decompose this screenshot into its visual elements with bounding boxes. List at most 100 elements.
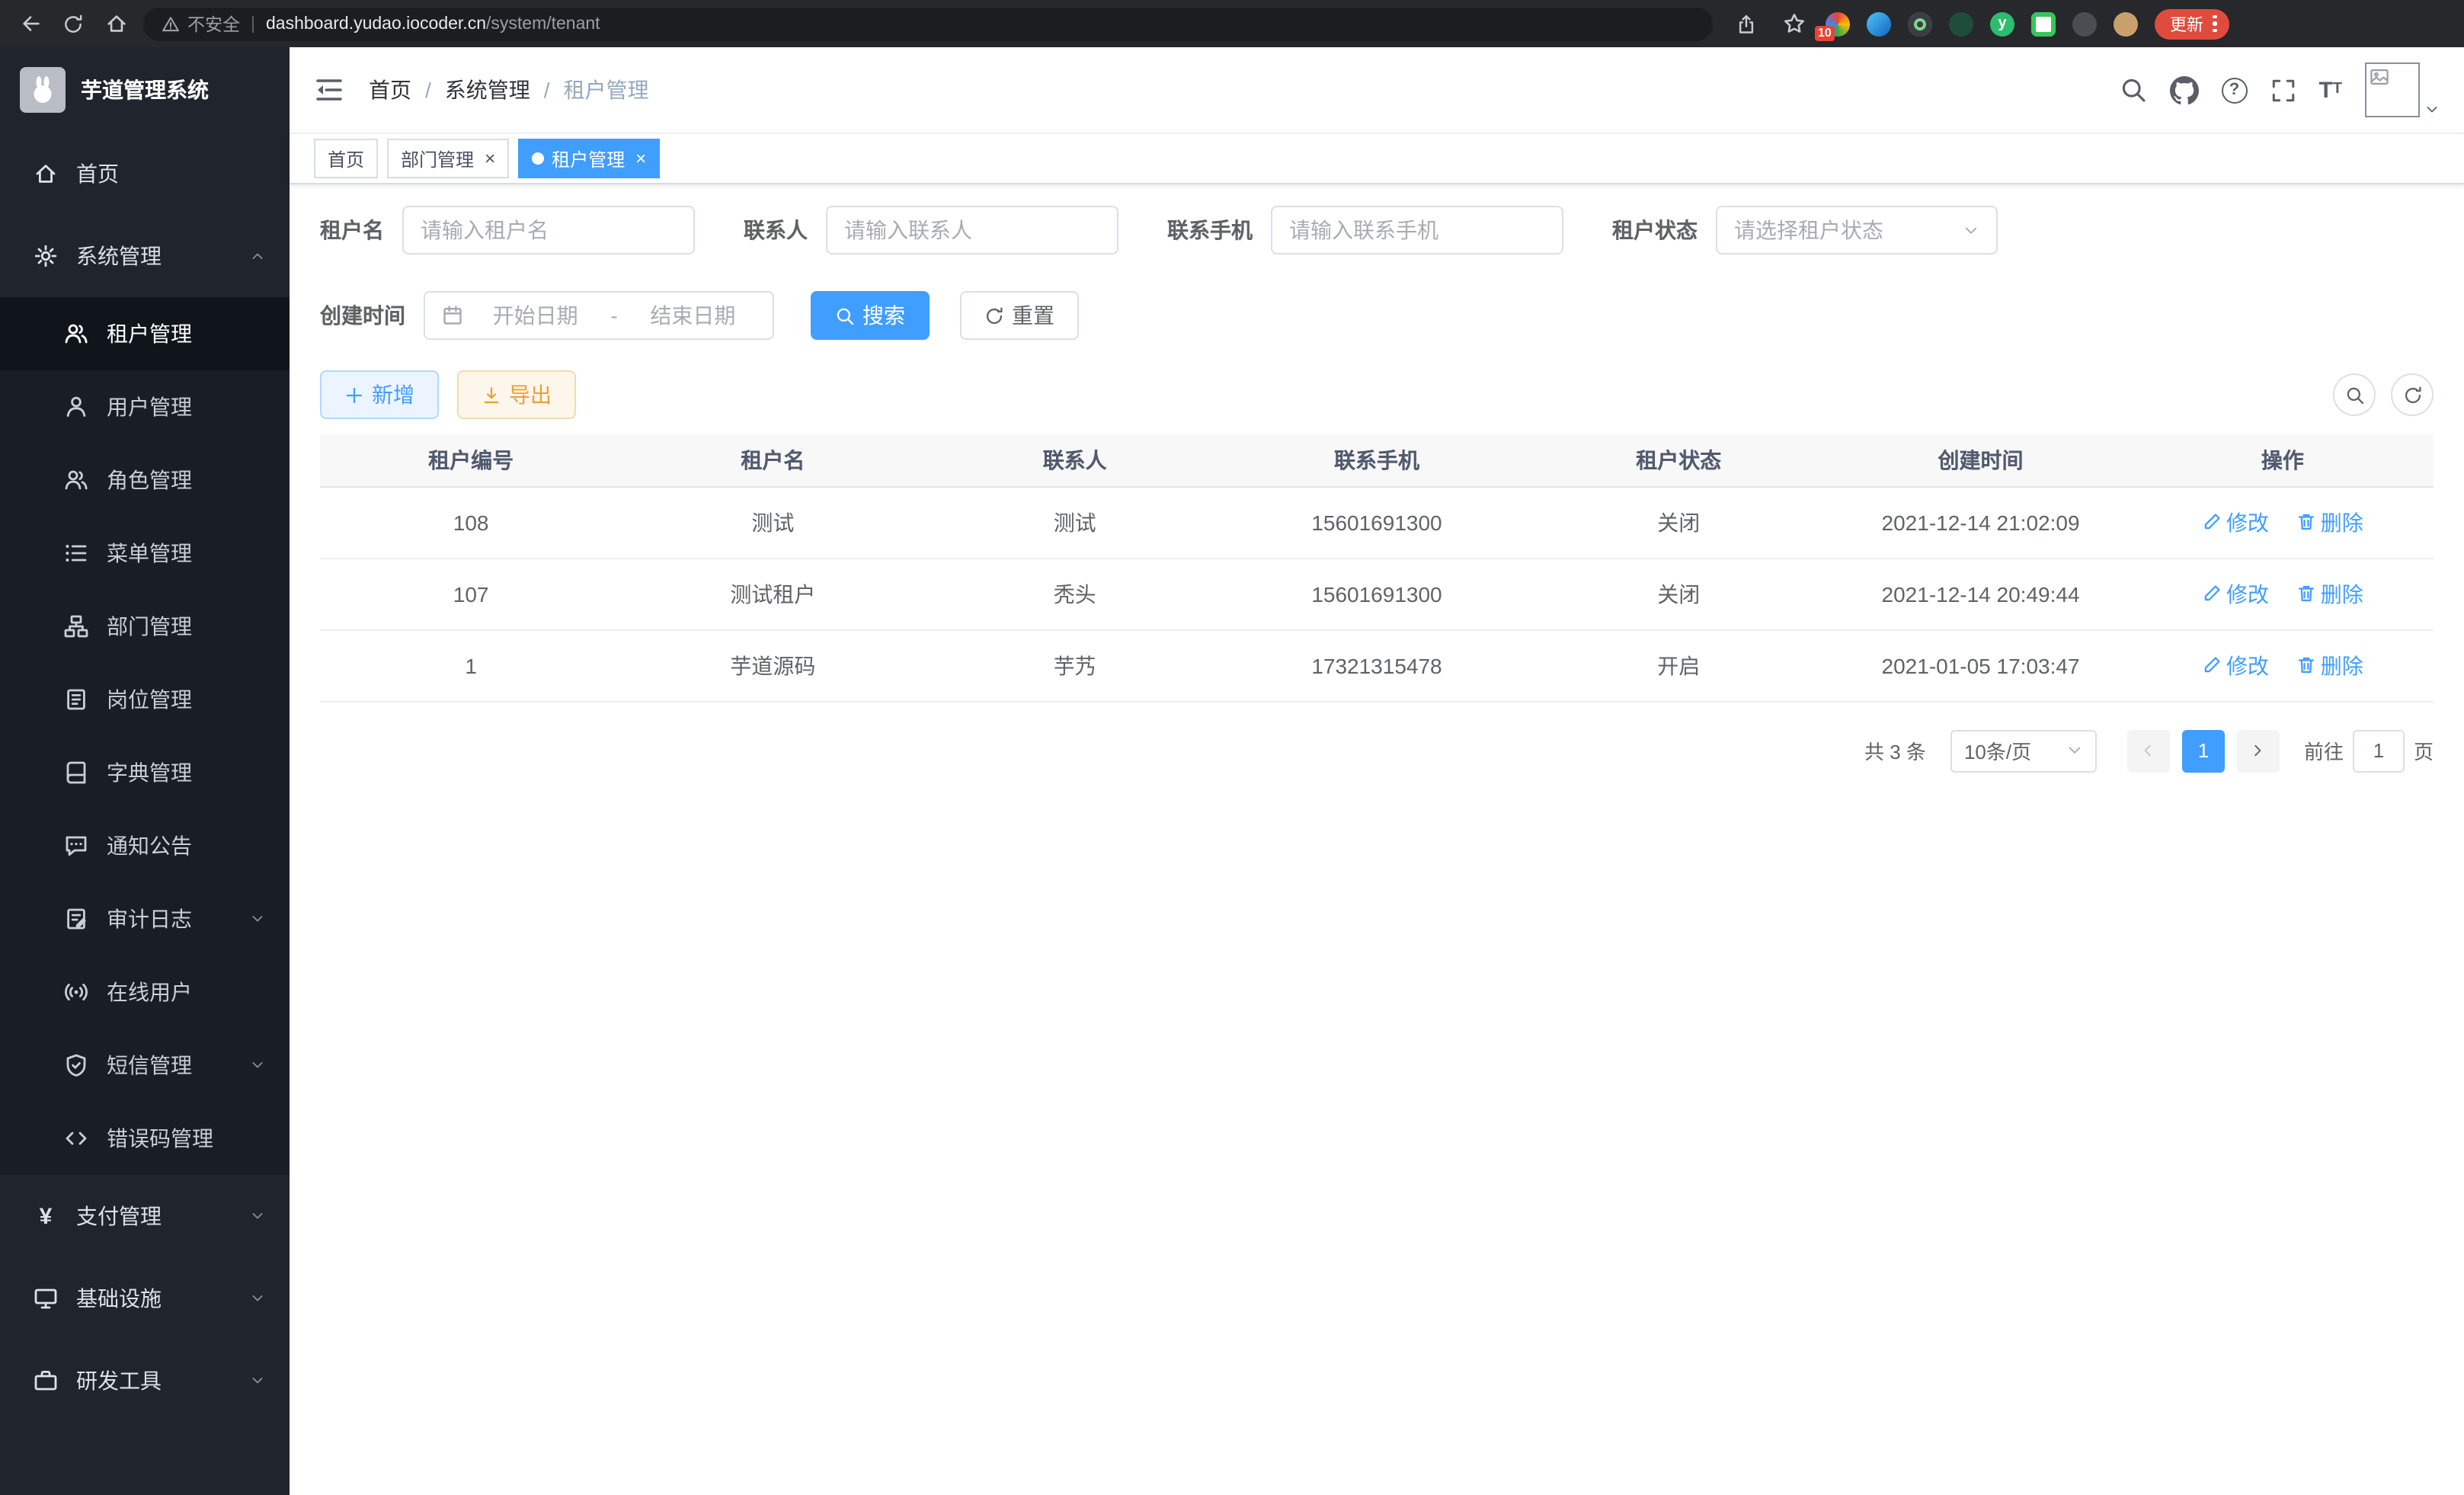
chevron-up-icon: [250, 248, 265, 264]
font-size-icon[interactable]: TT: [2318, 78, 2342, 101]
tab-home[interactable]: 首页: [314, 139, 378, 178]
extension-icon-8[interactable]: [2114, 11, 2138, 36]
reset-button[interactable]: 重置: [960, 291, 1079, 340]
date-range-picker[interactable]: 开始日期 - 结束日期: [424, 291, 774, 340]
mobile-input[interactable]: [1271, 206, 1563, 255]
col-contact: 联系人: [924, 434, 1226, 486]
breadcrumb-home[interactable]: 首页: [369, 75, 411, 105]
search-button[interactable]: 搜索: [811, 291, 930, 340]
export-button[interactable]: 导出: [457, 370, 576, 419]
sidebar-item-dept[interactable]: 部门管理: [0, 590, 290, 663]
sidebar-item-post[interactable]: 岗位管理: [0, 663, 290, 736]
home-icon: [34, 162, 58, 186]
tenant-name-input-field[interactable]: [421, 218, 677, 242]
sidebar-logo[interactable]: 芋道管理系统: [0, 47, 290, 133]
mobile-input-field[interactable]: [1289, 218, 1545, 242]
security-warning-icon[interactable]: 不安全: [162, 11, 240, 36]
sidebar-item-label: 部门管理: [107, 611, 192, 642]
audit-log-icon: [64, 907, 88, 931]
tab-tenant[interactable]: 租户管理 ×: [518, 139, 660, 178]
refresh-icon: [2402, 385, 2422, 405]
chevron-down-icon: [250, 911, 265, 927]
edit-link[interactable]: 修改: [2202, 650, 2269, 680]
cell-tenant-id: 108: [320, 486, 622, 558]
add-button[interactable]: 新增: [320, 370, 439, 419]
sidebar-item-online-user[interactable]: 在线用户: [0, 956, 290, 1029]
sidebar-item-notice[interactable]: 通知公告: [0, 809, 290, 882]
status-select[interactable]: 请选择租户状态: [1716, 206, 1998, 255]
sidebar-item-system[interactable]: 系统管理: [0, 215, 290, 297]
chevron-down-icon: [250, 1373, 265, 1388]
delete-label: 删除: [2321, 507, 2363, 537]
cell-tenant-name: 测试: [622, 486, 923, 558]
sidebar-item-label: 角色管理: [107, 465, 192, 495]
browser-update-button[interactable]: 更新: [2155, 8, 2229, 39]
start-date-placeholder: 开始日期: [472, 300, 598, 331]
sidebar-item-pay[interactable]: ¥ 支付管理: [0, 1175, 290, 1257]
help-icon[interactable]: ?: [2221, 77, 2247, 103]
active-tab-dot: [532, 152, 544, 165]
back-icon[interactable]: [15, 8, 46, 39]
page-size-select[interactable]: 10条/页: [1950, 729, 2097, 772]
extension-icon-6[interactable]: [2031, 11, 2056, 36]
tab-close-icon[interactable]: ×: [632, 149, 646, 168]
prev-page-button[interactable]: [2127, 729, 2170, 772]
breadcrumb-separator: /: [544, 78, 550, 102]
header-search-icon[interactable]: [2119, 76, 2146, 104]
sidebar-item-sms[interactable]: 短信管理: [0, 1029, 290, 1102]
filter-mobile: 联系手机: [1167, 206, 1563, 255]
tenant-name-input[interactable]: [402, 206, 695, 255]
notice-comment-icon: [64, 834, 88, 858]
refresh-table-button[interactable]: [2391, 373, 2434, 416]
extension-icon-3[interactable]: [1908, 11, 1932, 36]
goto-page-input[interactable]: [2353, 729, 2405, 772]
breadcrumb-system[interactable]: 系统管理: [445, 75, 530, 105]
delete-link[interactable]: 删除: [2296, 507, 2363, 537]
pagination-goto: 前往 页: [2304, 729, 2434, 772]
extension-icon-5[interactable]: y: [1990, 11, 2014, 36]
delete-link[interactable]: 删除: [2296, 650, 2363, 680]
cell-status: 开启: [1528, 629, 1829, 701]
bookmark-star-icon[interactable]: [1778, 8, 1809, 39]
sidebar-item-role[interactable]: 角色管理: [0, 443, 290, 517]
cell-status: 关闭: [1528, 486, 1829, 558]
sidebar-item-user[interactable]: 用户管理: [0, 370, 290, 443]
delete-link[interactable]: 删除: [2296, 578, 2363, 609]
tab-close-icon[interactable]: ×: [482, 149, 495, 168]
fullscreen-icon[interactable]: [2270, 77, 2296, 103]
next-page-button[interactable]: [2237, 729, 2280, 772]
sidebar-item-tenant[interactable]: 租户管理: [0, 297, 290, 370]
contact-input-field[interactable]: [844, 218, 1100, 242]
cell-actions: 修改 删除: [2132, 629, 2434, 701]
sidebar-item-error-code[interactable]: 错误码管理: [0, 1102, 290, 1175]
avatar[interactable]: [2365, 62, 2420, 117]
sidebar-item-home[interactable]: 首页: [0, 133, 290, 215]
extension-icon-7[interactable]: [2072, 11, 2097, 36]
sidebar-item-dict[interactable]: 字典管理: [0, 736, 290, 809]
reload-icon[interactable]: [58, 8, 88, 39]
sidebar-item-label: 错误码管理: [107, 1123, 213, 1154]
browser-menu-icon[interactable]: [2213, 15, 2216, 33]
sidebar-item-menu[interactable]: 菜单管理: [0, 517, 290, 590]
share-icon[interactable]: [1731, 8, 1762, 39]
edit-link[interactable]: 修改: [2202, 578, 2269, 609]
sidebar-item-infra[interactable]: 基础设施: [0, 1257, 290, 1340]
extension-icon-4[interactable]: [1949, 11, 1973, 36]
url-bar[interactable]: 不安全 | dashboard.yudao.iocoder.cn/system/…: [143, 7, 1713, 40]
toggle-search-button[interactable]: [2333, 373, 2376, 416]
contact-input[interactable]: [826, 206, 1118, 255]
sidebar-toggle-icon[interactable]: [314, 75, 344, 105]
sidebar-item-label: 租户管理: [107, 319, 192, 349]
extension-icon-2[interactable]: [1867, 11, 1891, 36]
github-icon[interactable]: [2169, 75, 2198, 104]
home-icon[interactable]: [101, 8, 131, 39]
user-menu[interactable]: [2365, 62, 2440, 117]
edit-label: 修改: [2226, 578, 2269, 609]
page-unit-label: 页: [2414, 736, 2434, 765]
sidebar-item-dev-tools[interactable]: 研发工具: [0, 1340, 290, 1422]
page-number-1[interactable]: 1: [2182, 729, 2225, 772]
tab-dept[interactable]: 部门管理 ×: [387, 139, 509, 178]
edit-link[interactable]: 修改: [2202, 507, 2269, 537]
extension-icon-1[interactable]: 10: [1826, 11, 1850, 36]
sidebar-item-audit-log[interactable]: 审计日志: [0, 882, 290, 956]
